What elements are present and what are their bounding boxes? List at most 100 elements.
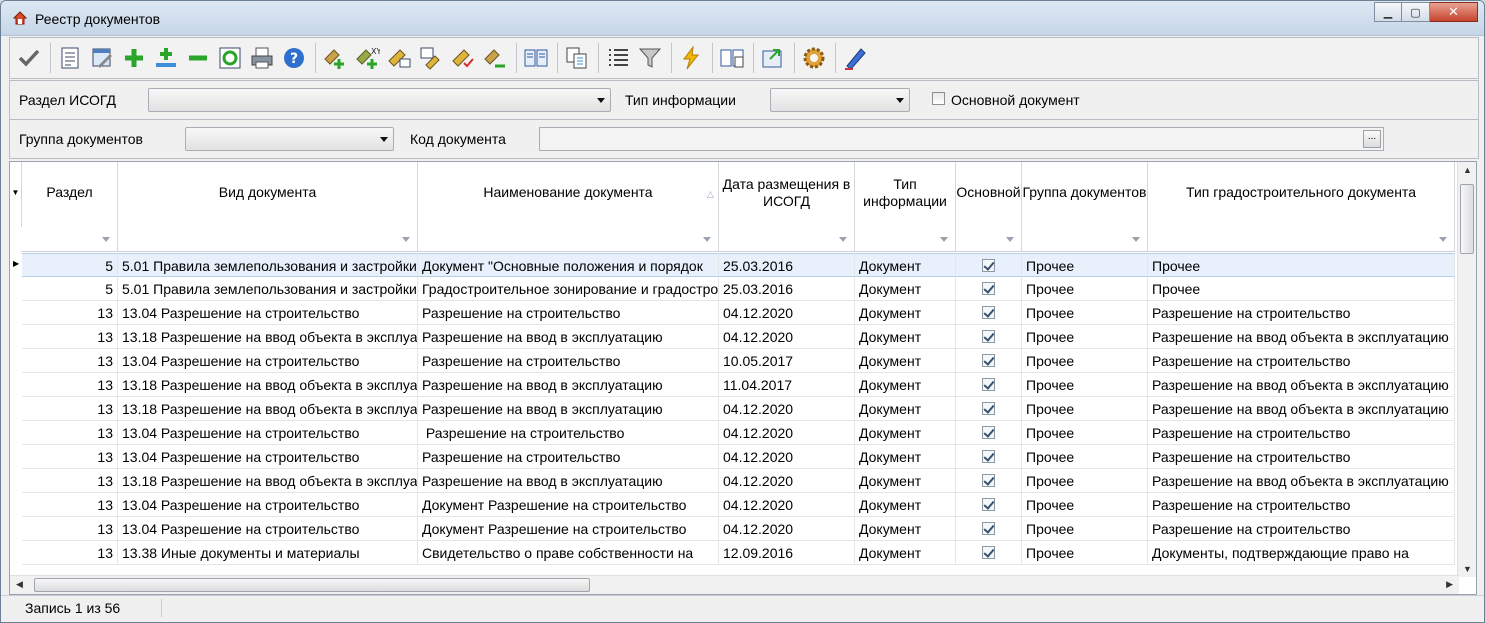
cell-section[interactable]: 13 bbox=[22, 517, 118, 541]
cell-urban-doc-type[interactable]: Разрешение на ввод объекта в эксплуатаци… bbox=[1148, 325, 1455, 349]
cell-info-type[interactable]: Документ bbox=[855, 517, 956, 541]
cell-posting-date[interactable]: 12.09.2016 bbox=[719, 541, 855, 565]
scroll-left-icon[interactable]: ◀ bbox=[16, 579, 23, 590]
doc-code-browse-button[interactable]: ... bbox=[1363, 130, 1381, 148]
column-header-doc-name[interactable]: Наименование документа bbox=[418, 162, 719, 227]
cell-info-type[interactable]: Документ bbox=[855, 493, 956, 517]
main-document-checkbox[interactable] bbox=[982, 306, 995, 319]
column-header-urban-doc-type[interactable]: Тип градостроительного документа bbox=[1148, 162, 1455, 227]
cell-doc-type[interactable]: 5.01 Правила землепользования и застройк… bbox=[118, 253, 418, 277]
filter-dropdown-icon[interactable] bbox=[396, 230, 415, 249]
vertical-scrollbar[interactable]: ▲ ▼ bbox=[1457, 162, 1476, 577]
cell-urban-doc-type[interactable]: Прочее bbox=[1148, 277, 1455, 301]
cell-urban-doc-type[interactable]: Разрешение на строительство bbox=[1148, 421, 1455, 445]
cell-urban-doc-type[interactable]: Разрешение на строительство bbox=[1148, 493, 1455, 517]
column-filter-doc-group[interactable] bbox=[1022, 227, 1148, 252]
cell-info-type[interactable]: Документ bbox=[855, 541, 956, 565]
maximize-button[interactable]: ▢ bbox=[1402, 2, 1430, 22]
main-document-checkbox[interactable] bbox=[982, 522, 995, 535]
filter-dropdown-icon[interactable] bbox=[96, 230, 115, 249]
filter-dropdown-icon[interactable] bbox=[1000, 230, 1019, 249]
column-filter-doc-name[interactable] bbox=[418, 227, 719, 252]
column-filter-urban-doc-type[interactable] bbox=[1148, 227, 1455, 252]
row-indicator[interactable] bbox=[10, 277, 22, 301]
column-header-doc-group[interactable]: Группа документов bbox=[1022, 162, 1148, 227]
row-indicator[interactable] bbox=[10, 301, 22, 325]
cell-is-main[interactable] bbox=[956, 445, 1022, 469]
table-row[interactable]: 13 13.04 Разрешение на строительство Разре… bbox=[10, 445, 1455, 469]
cell-is-main[interactable] bbox=[956, 541, 1022, 565]
open-book-button[interactable] bbox=[717, 42, 747, 74]
filter-button[interactable] bbox=[635, 42, 665, 74]
cell-doc-group[interactable]: Прочее bbox=[1022, 445, 1148, 469]
column-header-section[interactable]: Раздел bbox=[22, 162, 118, 227]
main-document-checkbox[interactable] bbox=[982, 354, 995, 367]
cell-posting-date[interactable]: 04.12.2020 bbox=[719, 421, 855, 445]
cell-posting-date[interactable]: 25.03.2016 bbox=[719, 253, 855, 277]
apply-button[interactable] bbox=[14, 42, 44, 74]
cell-doc-type[interactable]: 13.04 Разрешение на строительство bbox=[118, 301, 418, 325]
cell-doc-group[interactable]: Прочее bbox=[1022, 277, 1148, 301]
cell-doc-group[interactable]: Прочее bbox=[1022, 541, 1148, 565]
cell-urban-doc-type[interactable]: Разрешение на ввод объекта в эксплуатаци… bbox=[1148, 469, 1455, 493]
add-xy-layer-button[interactable]: XY bbox=[352, 42, 382, 74]
cell-doc-name[interactable]: Разрешение на ввод в эксплуатацию bbox=[418, 397, 719, 421]
cell-is-main[interactable] bbox=[956, 349, 1022, 373]
filter-dropdown-icon[interactable] bbox=[833, 230, 852, 249]
cell-doc-name[interactable]: Документ Разрешение на строительство bbox=[418, 493, 719, 517]
cell-section[interactable]: 13 bbox=[22, 325, 118, 349]
export-button[interactable] bbox=[758, 42, 788, 74]
close-button[interactable]: ✕ bbox=[1430, 2, 1478, 22]
cell-posting-date[interactable]: 04.12.2020 bbox=[719, 517, 855, 541]
attach-check-button[interactable] bbox=[448, 42, 478, 74]
table-row[interactable]: 5 5.01 Правила землепользования и застрой… bbox=[10, 277, 1455, 301]
cell-posting-date[interactable]: 11.04.2017 bbox=[719, 373, 855, 397]
cell-section[interactable]: 5 bbox=[22, 277, 118, 301]
cell-doc-group[interactable]: Прочее bbox=[1022, 253, 1148, 277]
main-document-checkbox[interactable] bbox=[982, 259, 995, 272]
cell-doc-group[interactable]: Прочее bbox=[1022, 493, 1148, 517]
cell-is-main[interactable] bbox=[956, 277, 1022, 301]
main-document-checkbox[interactable] bbox=[982, 402, 995, 415]
cell-doc-name[interactable]: Градостроительное зонирование и градостр… bbox=[418, 277, 719, 301]
table-row[interactable]: 13 13.18 Разрешение на ввод объекта в экс… bbox=[10, 397, 1455, 421]
cell-doc-name[interactable]: Разрешение на ввод в эксплуатацию bbox=[418, 373, 719, 397]
cell-posting-date[interactable]: 04.12.2020 bbox=[719, 325, 855, 349]
main-document-checkbox[interactable] bbox=[982, 450, 995, 463]
remove-layer-button[interactable] bbox=[480, 42, 510, 74]
main-doc-checkbox[interactable] bbox=[932, 92, 945, 105]
copy-documents-button[interactable] bbox=[562, 42, 592, 74]
cell-is-main[interactable] bbox=[956, 253, 1022, 277]
row-indicator[interactable] bbox=[10, 349, 22, 373]
add-button[interactable] bbox=[119, 42, 149, 74]
cell-posting-date[interactable]: 04.12.2020 bbox=[719, 397, 855, 421]
cell-doc-type[interactable]: 13.04 Разрешение на строительство bbox=[118, 493, 418, 517]
column-filter-is-main[interactable] bbox=[956, 227, 1022, 252]
row-indicator[interactable] bbox=[10, 421, 22, 445]
cell-doc-group[interactable]: Прочее bbox=[1022, 301, 1148, 325]
attach-layer-button[interactable] bbox=[384, 42, 414, 74]
table-row[interactable]: 13 13.04 Разрешение на строительство Докум… bbox=[10, 517, 1455, 541]
cell-is-main[interactable] bbox=[956, 397, 1022, 421]
cell-doc-type[interactable]: 13.04 Разрешение на строительство bbox=[118, 517, 418, 541]
cell-posting-date[interactable]: 10.05.2017 bbox=[719, 349, 855, 373]
cell-doc-name[interactable]: Свидетельство о праве собственности на bbox=[418, 541, 719, 565]
column-header-posting-date[interactable]: Дата размещения в ИСОГД bbox=[719, 162, 855, 227]
table-row[interactable]: 13 13.04 Разрешение на строительство Разре… bbox=[10, 349, 1455, 373]
cell-is-main[interactable] bbox=[956, 421, 1022, 445]
column-header-is-main[interactable]: Основной bbox=[956, 162, 1022, 227]
cell-posting-date[interactable]: 04.12.2020 bbox=[719, 469, 855, 493]
cell-section[interactable]: 13 bbox=[22, 301, 118, 325]
cell-doc-group[interactable]: Прочее bbox=[1022, 325, 1148, 349]
row-indicator[interactable]: ▶ bbox=[10, 253, 22, 277]
cell-section[interactable]: 13 bbox=[22, 349, 118, 373]
main-document-checkbox[interactable] bbox=[982, 378, 995, 391]
cell-section[interactable]: 13 bbox=[22, 469, 118, 493]
cell-info-type[interactable]: Документ bbox=[855, 325, 956, 349]
scroll-right-icon[interactable]: ▶ bbox=[1446, 579, 1453, 590]
cell-doc-group[interactable]: Прочее bbox=[1022, 469, 1148, 493]
section-select[interactable] bbox=[148, 88, 611, 112]
table-row[interactable]: 13 13.38 Иные документы и материалы Свидет… bbox=[10, 541, 1455, 565]
column-header-doc-type[interactable]: Вид документа bbox=[118, 162, 418, 227]
main-document-checkbox[interactable] bbox=[982, 546, 995, 559]
